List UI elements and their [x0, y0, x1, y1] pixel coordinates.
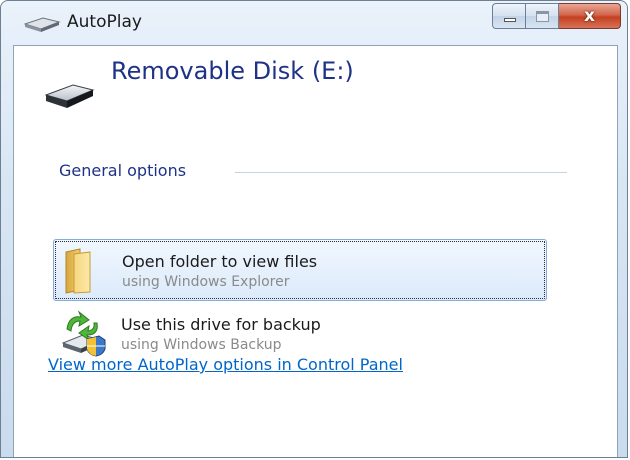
window-controls: x [492, 3, 621, 31]
device-title: Removable Disk (E:) [111, 57, 354, 85]
maximize-button[interactable] [526, 3, 559, 29]
option-title: Open folder to view files [122, 252, 318, 271]
window-title: AutoPlay [67, 12, 142, 32]
option-subtitle: using Windows Backup [121, 337, 282, 353]
option-title: Use this drive for backup [121, 315, 321, 334]
drive-icon [23, 17, 61, 32]
autoplay-window: AutoPlay x Removable Disk (E:) General o… [0, 0, 628, 458]
minimize-button[interactable] [492, 3, 526, 29]
option-open-folder[interactable]: Open folder to view files using Windows … [53, 239, 547, 301]
close-icon: x [584, 6, 595, 26]
close-button[interactable]: x [559, 3, 621, 29]
backup-icon [61, 310, 106, 357]
folder-icon [65, 248, 91, 294]
control-panel-link[interactable]: View more AutoPlay options in Control Pa… [48, 355, 403, 374]
title-bar[interactable]: AutoPlay x [1, 1, 627, 45]
removable-drive-icon [44, 84, 95, 108]
maximize-icon [536, 11, 549, 22]
minimize-icon [504, 18, 516, 22]
option-subtitle: using Windows Explorer [122, 274, 290, 290]
general-options-header: General options [59, 161, 187, 180]
group-divider [235, 172, 567, 173]
